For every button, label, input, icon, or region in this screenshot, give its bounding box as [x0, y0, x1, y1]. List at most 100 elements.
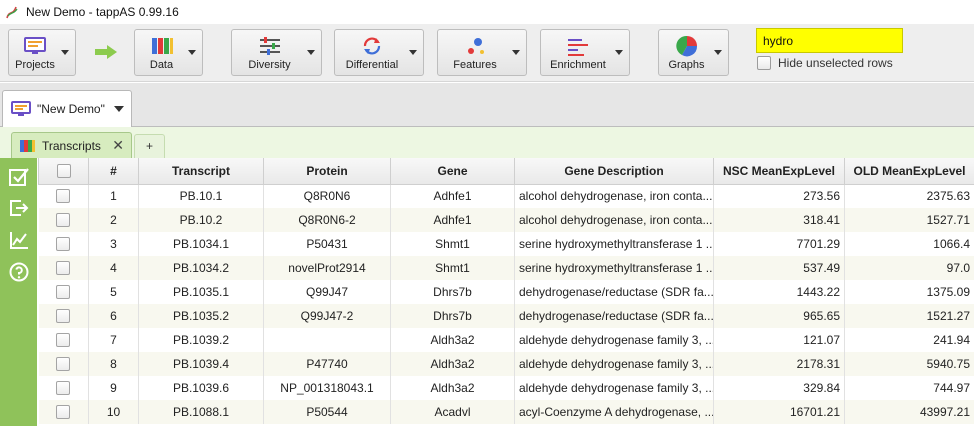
tab-new-demo[interactable]: "New Demo" — [2, 90, 132, 127]
row-number: 9 — [88, 376, 139, 400]
cell-old-meanexplevel: 43997.21 — [844, 400, 974, 424]
tab-transcripts[interactable]: Transcripts ✕ — [11, 132, 132, 158]
differential-button[interactable]: Differential — [334, 29, 424, 76]
cell-gene-description: dehydrogenase/reductase (SDR fa... — [514, 280, 714, 304]
column-header-transcript[interactable]: Transcript — [138, 158, 264, 185]
cell-gene-description: aldehyde dehydrogenase family 3, ... — [514, 352, 714, 376]
row-checkbox[interactable] — [56, 285, 71, 299]
cell-gene: Dhrs7b — [390, 304, 515, 328]
cell-gene-description: alcohol dehydrogenase, iron conta... — [514, 208, 714, 232]
column-header-protein[interactable]: Protein — [263, 158, 391, 185]
cell-nsc-meanexplevel: 121.07 — [713, 328, 845, 352]
title-bar: New Demo - tappAS 0.99.16 — [0, 0, 974, 24]
close-icon[interactable]: ✕ — [112, 137, 124, 154]
row-checkbox[interactable] — [56, 261, 71, 275]
table-row[interactable]: 7 PB.1039.2 Aldh3a2 aldehyde dehydrogenase … — [38, 328, 974, 352]
cell-protein — [263, 328, 391, 352]
cell-nsc-meanexplevel: 7701.29 — [713, 232, 845, 256]
row-number: 3 — [88, 232, 139, 256]
add-tab-button[interactable]: + — [134, 134, 165, 158]
cell-gene-description: alcohol dehydrogenase, iron conta... — [514, 184, 714, 208]
table-row[interactable]: 6 PB.1035.2 Q99J47-2 Dhrs7b dehydrogenase/re… — [38, 304, 974, 328]
cell-protein: Q99J47-2 — [263, 304, 391, 328]
row-checkbox[interactable] — [56, 333, 71, 347]
column-header-old-meanexplevel[interactable]: OLD MeanExpLevel — [844, 158, 974, 185]
table-row[interactable]: 4 PB.1034.2 novelProt2914 Shmt1 serine hydro… — [38, 256, 974, 280]
table-row[interactable]: 5 PB.1035.1 Q99J47 Dhrs7b dehydrogenase/redu… — [38, 280, 974, 304]
projects-label: Projects — [15, 59, 55, 71]
table-row[interactable]: 3 PB.1034.1 P50431 Shmt1 serine hydroxymethy… — [38, 232, 974, 256]
cell-transcript: PB.1035.1 — [138, 280, 264, 304]
enrichment-button[interactable]: Enrichment — [540, 29, 630, 76]
row-select-cell[interactable] — [38, 328, 89, 352]
row-select-cell[interactable] — [38, 256, 89, 280]
row-number: 10 — [88, 400, 139, 424]
table-row[interactable]: 9 PB.1039.6 NP_001318043.1 Aldh3a2 aldehyde … — [38, 376, 974, 400]
column-header-nsc-meanexplevel[interactable]: NSC MeanExpLevel — [713, 158, 845, 185]
cell-old-meanexplevel: 5940.75 — [844, 352, 974, 376]
select-checkbox-icon[interactable] — [8, 166, 30, 188]
cell-old-meanexplevel: 1375.09 — [844, 280, 974, 304]
row-checkbox[interactable] — [56, 357, 71, 371]
row-select-cell[interactable] — [38, 232, 89, 256]
chevron-down-icon — [512, 50, 520, 55]
row-select-cell[interactable] — [38, 304, 89, 328]
cell-nsc-meanexplevel: 2178.31 — [713, 352, 845, 376]
data-bars-icon — [20, 139, 35, 152]
cell-old-meanexplevel: 241.94 — [844, 328, 974, 352]
row-select-cell[interactable] — [38, 352, 89, 376]
row-checkbox[interactable] — [56, 381, 71, 395]
transcripts-table[interactable]: # Transcript Protein Gene Gene Descripti… — [38, 158, 974, 426]
diversity-label: Diversity — [248, 59, 291, 71]
sub-tab-bar: Transcripts ✕ + — [0, 127, 974, 158]
cell-gene-description: dehydrogenase/reductase (SDR fa... — [514, 304, 714, 328]
row-checkbox[interactable] — [56, 405, 71, 419]
data-button[interactable]: Data — [134, 29, 203, 76]
row-select-cell[interactable] — [38, 400, 89, 424]
cell-nsc-meanexplevel: 965.65 — [713, 304, 845, 328]
cell-transcript: PB.10.1 — [138, 184, 264, 208]
line-chart-icon[interactable] — [8, 229, 30, 251]
cell-protein: Q8R0N6 — [263, 184, 391, 208]
refresh-icon — [363, 37, 381, 55]
cell-nsc-meanexplevel: 16701.21 — [713, 400, 845, 424]
select-all-checkbox[interactable] — [56, 163, 71, 178]
arrow-right-icon — [95, 45, 117, 59]
row-checkbox[interactable] — [56, 213, 71, 227]
hide-unselected-checkbox[interactable] — [757, 56, 771, 70]
graphs-button[interactable]: Graphs — [658, 29, 729, 76]
cell-protein: Q99J47 — [263, 280, 391, 304]
row-select-cell[interactable] — [38, 208, 89, 232]
cell-gene-description: acyl-Coenzyme A dehydrogenase, ... — [514, 400, 714, 424]
search-input[interactable] — [756, 28, 903, 53]
row-checkbox[interactable] — [56, 237, 71, 251]
export-icon[interactable] — [8, 197, 30, 219]
cell-old-meanexplevel: 2375.63 — [844, 184, 974, 208]
row-checkbox[interactable] — [56, 309, 71, 323]
row-number: 1 — [88, 184, 139, 208]
table-row[interactable]: 1 PB.10.1 Q8R0N6 Adhfe1 alcohol dehydrogenas… — [38, 184, 974, 208]
projects-button[interactable]: Projects — [8, 29, 76, 76]
monitor-icon — [24, 37, 46, 54]
row-select-cell[interactable] — [38, 184, 89, 208]
column-header-number[interactable]: # — [88, 158, 139, 185]
column-header-gene[interactable]: Gene — [390, 158, 515, 185]
chevron-down-icon[interactable] — [114, 106, 124, 112]
cell-protein: P47740 — [263, 352, 391, 376]
table-row[interactable]: 8 PB.1039.4 P47740 Aldh3a2 aldehyde dehydrog… — [38, 352, 974, 376]
table-row[interactable]: 2 PB.10.2 Q8R0N6-2 Adhfe1 alcohol dehydrogen… — [38, 208, 974, 232]
table-header-row: # Transcript Protein Gene Gene Descripti… — [38, 158, 974, 185]
cell-gene: Shmt1 — [390, 256, 515, 280]
features-label: Features — [453, 59, 497, 71]
row-select-cell[interactable] — [38, 280, 89, 304]
row-number: 7 — [88, 328, 139, 352]
table-row[interactable]: 10 PB.1088.1 P50544 Acadvl acyl-Coenzyme A d… — [38, 400, 974, 424]
features-button[interactable]: Features — [437, 29, 527, 76]
help-icon[interactable] — [8, 261, 30, 283]
diversity-button[interactable]: Diversity — [231, 29, 322, 76]
column-header-gene-description[interactable]: Gene Description — [514, 158, 714, 185]
row-select-cell[interactable] — [38, 376, 89, 400]
hide-unselected-toggle[interactable]: Hide unselected rows — [757, 56, 893, 70]
select-all-header[interactable] — [38, 158, 89, 185]
row-checkbox[interactable] — [56, 189, 71, 204]
